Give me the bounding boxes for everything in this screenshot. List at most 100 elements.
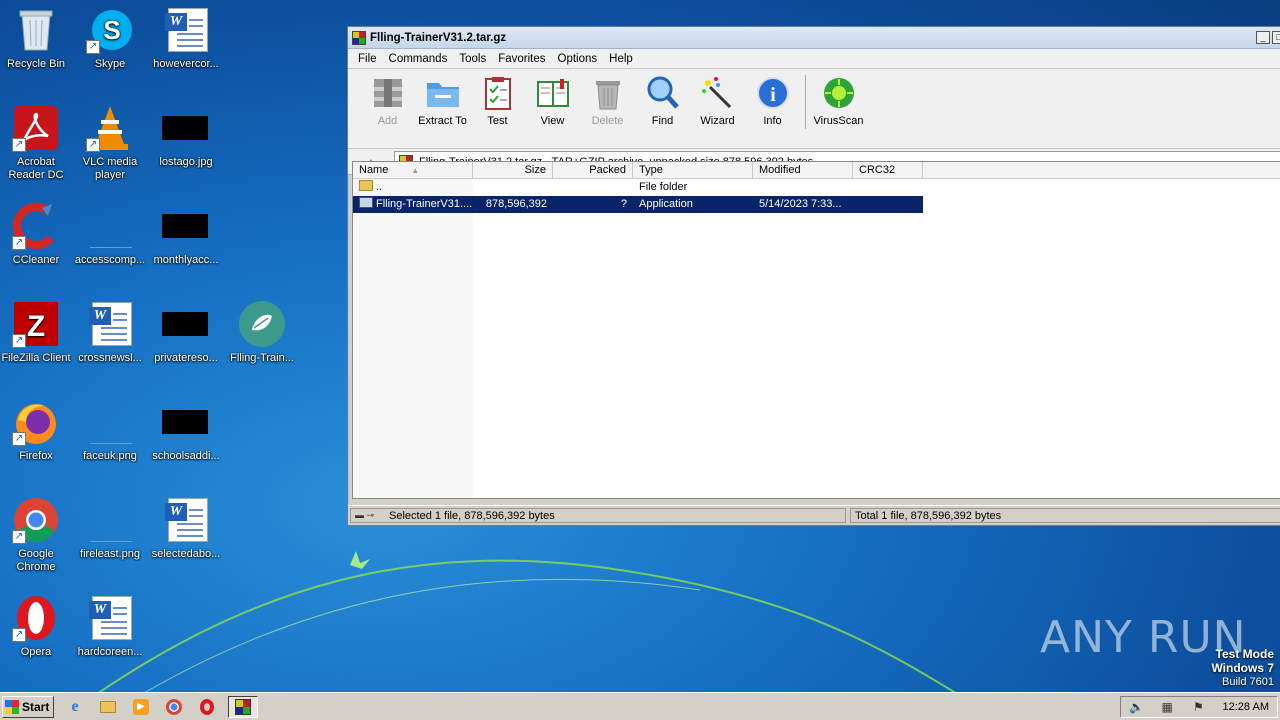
toolbar-separator xyxy=(805,75,806,129)
menu-bar: File Commands Tools Favorites Options He… xyxy=(348,49,1280,69)
desktop-icon-crossnewsl[interactable]: W crossnewsl... xyxy=(72,300,148,365)
chrome-icon xyxy=(166,698,182,715)
window-title: Flling-TrainerV31.2.tar.gz xyxy=(370,31,507,44)
taskbar-ie[interactable]: e xyxy=(63,696,87,718)
status-bar: ▬ ⊸ Selected 1 file, 878,596,392 bytes T… xyxy=(348,505,1280,525)
word-document-icon: W xyxy=(86,594,134,642)
column-size[interactable]: Size xyxy=(473,162,553,178)
image-thumbnail-icon xyxy=(162,104,210,152)
image-thumbnail-icon xyxy=(162,398,210,446)
shortcut-arrow-icon: ↗ xyxy=(86,138,100,152)
shortcut-arrow-icon: ↗ xyxy=(12,432,26,446)
acrobat-icon: ↗ xyxy=(12,104,60,152)
column-packed[interactable]: Packed xyxy=(553,162,633,178)
add-button[interactable]: Add xyxy=(360,75,415,127)
maximize-button[interactable]: □ xyxy=(1272,31,1280,44)
desktop-icon-firefox[interactable]: ↗ Firefox xyxy=(0,398,74,463)
desktop-icon-schoolsaddi[interactable]: schoolsaddi... xyxy=(148,398,224,463)
word-document-icon: W xyxy=(162,6,210,54)
taskbar-chrome[interactable] xyxy=(162,696,186,718)
find-button[interactable]: Find xyxy=(635,75,690,127)
desktop-icon-selectedabo[interactable]: W selectedabo... xyxy=(148,496,224,561)
column-modified[interactable]: Modified xyxy=(753,162,853,178)
table-row-selected[interactable]: Flling-TrainerV31.... 878,596,392 ? Appl… xyxy=(353,196,923,213)
title-bar[interactable]: Flling-TrainerV31.2.tar.gz _ □ xyxy=(348,27,1280,49)
desktop-icon-word-doc[interactable]: W howevercor... xyxy=(148,6,224,71)
column-type[interactable]: Type xyxy=(633,162,753,178)
menu-favorites[interactable]: Favorites xyxy=(492,53,551,65)
chrome-icon: ↗ xyxy=(12,496,60,544)
menu-options[interactable]: Options xyxy=(552,53,604,65)
delete-button[interactable]: Delete xyxy=(580,75,635,127)
extract-to-button[interactable]: Extract To xyxy=(415,75,470,127)
shortcut-arrow-icon: ↗ xyxy=(12,628,26,642)
column-crc32[interactable]: CRC32 xyxy=(853,162,923,178)
desktop-icon-privatereso[interactable]: privatereso... xyxy=(148,300,224,365)
desktop-icon-faceuk[interactable]: faceuk.png xyxy=(72,398,148,463)
system-tray: 🔈 ▦ ⚑ 12:28 AM xyxy=(1120,695,1278,718)
menu-file[interactable]: File xyxy=(352,53,383,65)
desktop-icon-acrobat[interactable]: ↗ Acrobat Reader DC xyxy=(0,104,74,182)
desktop-icon-recycle-bin[interactable]: Recycle Bin xyxy=(0,6,74,71)
word-document-icon: W xyxy=(162,496,210,544)
toolbar: Add Extract To Test View Delete Find Wiz… xyxy=(348,69,1280,149)
wizard-button[interactable]: Wizard xyxy=(690,75,745,127)
desktop-icon-hardcoreen[interactable]: W hardcoreen... xyxy=(72,594,148,659)
windows-logo-icon xyxy=(5,699,19,714)
minimize-button[interactable]: _ xyxy=(1256,31,1270,44)
network-icon[interactable]: ▦ xyxy=(1160,700,1174,714)
folder-icon xyxy=(100,700,116,713)
taskbar-opera[interactable] xyxy=(195,696,219,718)
wand-icon xyxy=(700,75,736,111)
shortcut-arrow-icon: ↗ xyxy=(12,334,26,348)
shortcut-arrow-icon: ↗ xyxy=(12,236,26,250)
view-book-icon xyxy=(535,75,571,111)
menu-help[interactable]: Help xyxy=(603,53,639,65)
vlc-cone-icon: ↗ xyxy=(86,104,134,152)
desktop-icon-flling-trainer[interactable]: Flling-Train... xyxy=(224,300,300,365)
svg-text:i: i xyxy=(770,84,776,106)
menu-commands[interactable]: Commands xyxy=(383,53,454,65)
test-button[interactable]: Test xyxy=(470,75,525,127)
skype-icon: S ↗ xyxy=(86,6,134,54)
desktop-icon-chrome[interactable]: ↗ Google Chrome xyxy=(0,496,74,574)
taskbar-winrar[interactable] xyxy=(228,695,258,718)
add-icon xyxy=(370,75,406,111)
taskbar-explorer[interactable] xyxy=(96,696,120,718)
firefox-icon: ↗ xyxy=(12,398,60,446)
info-icon: i xyxy=(755,75,791,111)
image-thumbnail-icon xyxy=(162,300,210,348)
column-name[interactable]: Name ▲ xyxy=(353,162,473,178)
taskbar-media-player[interactable]: ▶ xyxy=(129,696,153,718)
start-button[interactable]: Start xyxy=(2,695,54,718)
image-thumbnail-icon xyxy=(86,202,134,250)
image-thumbnail-icon xyxy=(86,496,134,544)
image-thumbnail-icon xyxy=(162,202,210,250)
image-thumbnail-icon xyxy=(86,398,134,446)
test-mode-watermark: Test Mode Windows 7 Build 7601 xyxy=(1211,647,1274,688)
clock[interactable]: 12:28 AM xyxy=(1223,701,1269,713)
desktop-icon-fireleast[interactable]: fireleast.png xyxy=(72,496,148,561)
file-list[interactable]: Name ▲ Size Packed Type Modified CRC32 .… xyxy=(352,161,1280,499)
desktop-icon-lostago[interactable]: lostago.jpg xyxy=(148,104,224,169)
folder-up-icon xyxy=(359,180,373,191)
view-button[interactable]: View xyxy=(525,75,580,127)
recycle-bin-icon xyxy=(12,6,60,54)
action-center-flag-icon[interactable]: ⚑ xyxy=(1191,700,1205,714)
desktop-icon-filezilla[interactable]: Z ↗ FileZilla Client xyxy=(0,300,74,365)
volume-icon[interactable]: 🔈 xyxy=(1129,700,1144,714)
desktop-icon-skype[interactable]: S ↗ Skype xyxy=(72,6,148,71)
taskbar: Start e ▶ 🔈 ▦ ⚑ 12:28 AM xyxy=(0,692,1280,720)
svg-text:Z: Z xyxy=(27,310,45,343)
desktop-icon-monthlyacc[interactable]: monthlyacc... xyxy=(148,202,224,267)
desktop-icon-vlc[interactable]: ↗ VLC media player xyxy=(72,104,148,182)
menu-tools[interactable]: Tools xyxy=(453,53,492,65)
table-row[interactable]: .. File folder xyxy=(353,179,1280,196)
svg-text:S: S xyxy=(103,15,120,45)
desktop-icon-opera[interactable]: ↗ Opera xyxy=(0,594,74,659)
opera-icon xyxy=(200,698,214,715)
desktop-icon-ccleaner[interactable]: ↗ CCleaner xyxy=(0,202,74,267)
virusscan-button[interactable]: VirusScan xyxy=(811,75,866,127)
info-button[interactable]: i Info xyxy=(745,75,800,127)
desktop-icon-accesscomp[interactable]: accesscomp... xyxy=(72,202,148,267)
